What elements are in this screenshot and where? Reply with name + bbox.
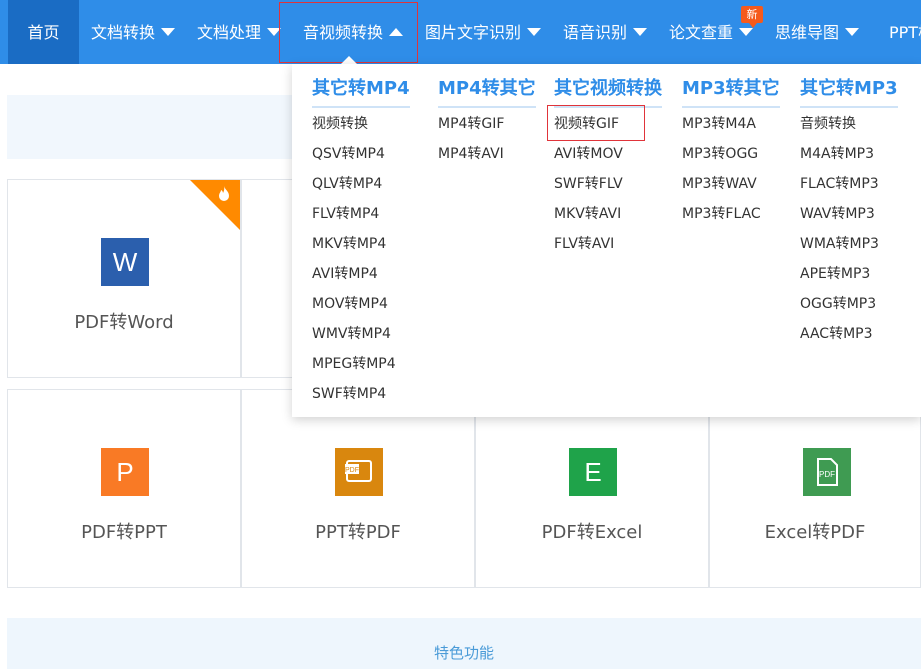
menu-item[interactable]: SWF转FLV bbox=[554, 175, 623, 193]
menu-item[interactable]: MKV转MP4 bbox=[312, 235, 386, 253]
chevron-down-icon bbox=[739, 28, 754, 36]
pdf-file-icon-text: PDF bbox=[819, 470, 835, 479]
menu-item[interactable]: MP3转OGG bbox=[682, 145, 758, 163]
nav-mindmap-label: 思维导图 bbox=[775, 23, 840, 42]
tool-card-label: PDF转Word bbox=[74, 312, 174, 333]
col-head-other-video: 其它视频转换 bbox=[554, 76, 662, 108]
col-head-mp3-to: MP3转其它 bbox=[682, 76, 780, 108]
menu-item[interactable]: APE转MP3 bbox=[800, 265, 870, 283]
menu-item[interactable]: QSV转MP4 bbox=[312, 145, 385, 163]
menu-item[interactable]: MKV转AVI bbox=[554, 205, 621, 223]
tool-card-excel-pdf[interactable]: PDF Excel转PDF bbox=[709, 389, 921, 588]
top-nav: 首页 文档转换 文档处理 音视频转换 图片文字识别 语音识别 论文查重 思维导图… bbox=[0, 0, 921, 64]
nav-av-convert[interactable]: 音视频转换 bbox=[303, 0, 404, 64]
menu-item[interactable]: AVI转MP4 bbox=[312, 265, 378, 283]
nav-speech[interactable]: 语音识别 bbox=[563, 0, 648, 64]
nav-av-convert-label: 音视频转换 bbox=[303, 23, 384, 42]
menu-item[interactable]: MPEG转MP4 bbox=[312, 355, 396, 373]
menu-item[interactable]: WMV转MP4 bbox=[312, 325, 391, 343]
pdf-file-shape-icon: PDF bbox=[817, 458, 838, 486]
ppt-icon: P bbox=[101, 448, 149, 496]
menu-item[interactable]: WMA转MP3 bbox=[800, 235, 879, 253]
chevron-down-icon bbox=[845, 28, 860, 36]
nav-ppt-label: PPT模 bbox=[889, 23, 921, 42]
new-badge: 新 bbox=[741, 6, 763, 28]
nav-ppt[interactable]: PPT模 bbox=[889, 0, 921, 64]
av-convert-dropdown: 其它转MP4 视频转换 QSV转MP4 QLV转MP4 FLV转MP4 MKV转… bbox=[292, 64, 921, 417]
menu-item[interactable]: MOV转MP4 bbox=[312, 295, 388, 313]
nav-ocr[interactable]: 图片文字识别 bbox=[425, 0, 542, 64]
menu-item[interactable]: FLAC转MP3 bbox=[800, 175, 879, 193]
dropdown-arrow bbox=[341, 56, 357, 64]
nav-doc-process[interactable]: 文档处理 bbox=[197, 0, 282, 64]
menu-item[interactable]: QLV转MP4 bbox=[312, 175, 382, 193]
chevron-down-icon bbox=[161, 28, 176, 36]
nav-home[interactable]: 首页 bbox=[8, 0, 79, 64]
menu-item[interactable]: MP4转AVI bbox=[438, 145, 504, 163]
menu-item[interactable]: MP3转FLAC bbox=[682, 205, 761, 223]
word-icon: W bbox=[101, 238, 149, 286]
nav-doc-process-label: 文档处理 bbox=[197, 23, 262, 42]
nav-mindmap[interactable]: 思维导图 bbox=[775, 0, 860, 64]
col-head-mp4-to: MP4转其它 bbox=[438, 76, 536, 108]
tool-card-ppt-pdf[interactable]: PDF PPT转PDF bbox=[241, 389, 475, 588]
fire-icon bbox=[219, 186, 229, 201]
tool-card-label: Excel转PDF bbox=[764, 522, 866, 543]
menu-item[interactable]: OGG转MP3 bbox=[800, 295, 876, 313]
chevron-down-icon bbox=[633, 28, 648, 36]
nav-doc-convert-label: 文档转换 bbox=[91, 23, 156, 42]
menu-item[interactable]: MP3转WAV bbox=[682, 175, 757, 193]
menu-item[interactable]: SWF转MP4 bbox=[312, 385, 386, 403]
chevron-down-icon bbox=[527, 28, 542, 36]
excel-icon: E bbox=[569, 448, 617, 496]
feature-section: 特色功能 bbox=[7, 618, 921, 669]
col-head-to-mp4: 其它转MP4 bbox=[312, 76, 410, 108]
menu-item[interactable]: AAC转MP3 bbox=[800, 325, 873, 343]
nav-ocr-label: 图片文字识别 bbox=[425, 23, 522, 42]
col-head-to-mp3: 其它转MP3 bbox=[800, 76, 898, 108]
menu-item[interactable]: AVI转MOV bbox=[554, 145, 623, 163]
pdf-file-icon: PDF bbox=[803, 448, 851, 496]
menu-item-video-to-gif[interactable]: 视频转GIF bbox=[554, 115, 619, 133]
chevron-down-icon bbox=[267, 28, 282, 36]
tool-card-pdf-excel[interactable]: E PDF转Excel bbox=[475, 389, 709, 588]
tool-card-pdf-ppt[interactable]: P PDF转PPT bbox=[7, 389, 241, 588]
pdf-doc-icon: PDF bbox=[345, 460, 372, 482]
menu-item[interactable]: M4A转MP3 bbox=[800, 145, 874, 163]
pdf-icon-text: PDF bbox=[345, 467, 359, 474]
tool-card-label: PPT转PDF bbox=[315, 522, 401, 543]
menu-item[interactable]: 音频转换 bbox=[800, 115, 856, 133]
nav-speech-label: 语音识别 bbox=[563, 23, 628, 42]
nav-plagiarism-label: 论文查重 bbox=[669, 23, 734, 42]
tool-card-pdf-word[interactable]: W PDF转Word bbox=[7, 179, 241, 378]
tool-card-label: PDF转PPT bbox=[81, 522, 167, 543]
pdf-icon: PDF bbox=[335, 448, 383, 496]
menu-item[interactable]: MP4转GIF bbox=[438, 115, 504, 133]
menu-item[interactable]: 视频转换 bbox=[312, 115, 368, 133]
nav-doc-convert[interactable]: 文档转换 bbox=[91, 0, 176, 64]
chevron-up-icon bbox=[389, 28, 404, 36]
tool-card-label: PDF转Excel bbox=[541, 522, 643, 543]
feature-title: 特色功能 bbox=[433, 644, 494, 662]
menu-item[interactable]: MP3转M4A bbox=[682, 115, 756, 133]
menu-item[interactable]: FLV转MP4 bbox=[312, 205, 379, 223]
menu-item[interactable]: FLV转AVI bbox=[554, 235, 614, 253]
menu-item[interactable]: WAV转MP3 bbox=[800, 205, 875, 223]
